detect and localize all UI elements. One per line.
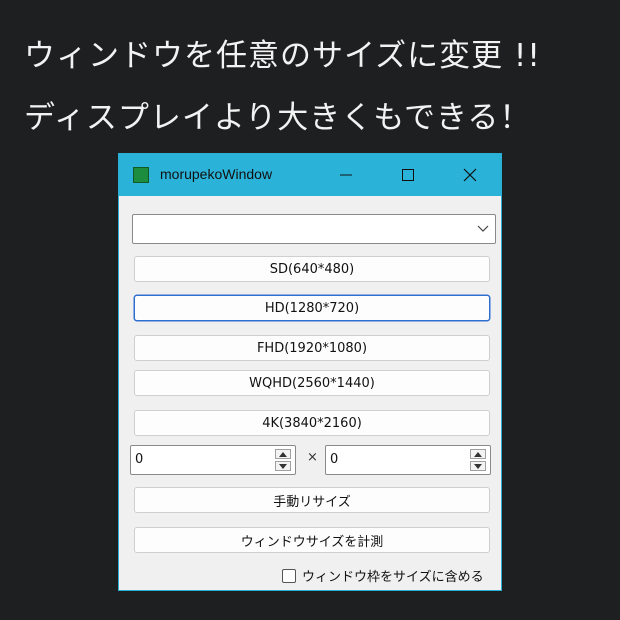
promo-line-2: ディスプレイより大きくもできる！: [24, 100, 532, 136]
width-spinbox[interactable]: 0: [130, 445, 296, 475]
width-down-button[interactable]: [275, 461, 291, 471]
include-frame-checkbox[interactable]: [282, 568, 296, 583]
width-value: 0: [135, 452, 144, 467]
height-value: 0: [330, 452, 339, 467]
manual-resize-button[interactable]: 手動リサイズ: [134, 487, 490, 513]
include-frame-option[interactable]: ウィンドウ枠をサイズに含める: [282, 566, 484, 585]
width-up-button[interactable]: [275, 449, 291, 459]
maximize-icon: [402, 169, 414, 181]
hd-button[interactable]: HD(1280*720): [134, 295, 490, 321]
measure-size-button[interactable]: ウィンドウサイズを計測: [134, 527, 490, 553]
minimize-button[interactable]: [323, 154, 369, 196]
wqhd-button[interactable]: WQHD(2560*1440): [134, 370, 490, 396]
4k-button[interactable]: 4K(3840*2160): [134, 410, 490, 436]
app-icon: [133, 167, 149, 183]
arrow-up-icon: [474, 451, 482, 457]
height-spinbox[interactable]: 0: [325, 445, 491, 475]
height-up-button[interactable]: [470, 449, 486, 459]
arrow-down-icon: [279, 463, 287, 469]
promo-line-1: ウィンドウを任意のサイズに変更 !!: [24, 38, 541, 74]
window-title: morupekoWindow: [160, 166, 273, 182]
arrow-up-icon: [279, 451, 287, 457]
maximize-button[interactable]: [385, 154, 431, 196]
sd-button[interactable]: SD(640*480): [134, 256, 490, 282]
chevron-down-icon: [477, 225, 489, 232]
height-down-button[interactable]: [470, 461, 486, 471]
size-dropdown[interactable]: [132, 214, 496, 244]
fhd-button[interactable]: FHD(1920*1080): [134, 335, 490, 361]
title-bar[interactable]: morupekoWindow: [119, 154, 501, 196]
include-frame-label: ウィンドウ枠をサイズに含める: [302, 570, 484, 585]
times-separator: ×: [307, 450, 318, 465]
arrow-down-icon: [474, 463, 482, 469]
close-button[interactable]: [447, 154, 493, 196]
app-window: morupekoWindow SD(640*480) HD(1280*720) …: [118, 153, 502, 591]
close-icon: [463, 168, 477, 182]
minimize-icon: [340, 174, 352, 176]
